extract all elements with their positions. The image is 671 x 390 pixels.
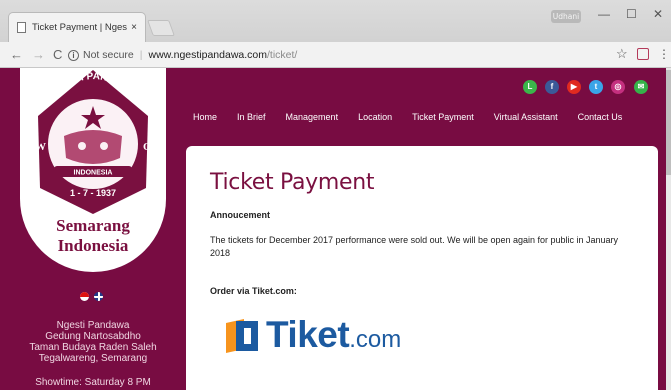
nav-home[interactable]: Home xyxy=(193,108,217,126)
emblem-mask xyxy=(64,130,122,164)
document-icon xyxy=(17,22,26,33)
nav-virtual-assistant[interactable]: Virtual Assistant xyxy=(494,108,558,126)
announcement-text: The tickets for December 2017 performanc… xyxy=(210,235,619,258)
order-label: Order via Tiket.com: xyxy=(210,286,297,296)
email-icon[interactable]: ✉ xyxy=(634,80,648,94)
emblem-letter-left: W xyxy=(35,141,46,153)
info-icon[interactable]: i xyxy=(68,49,79,61)
instagram-icon[interactable]: ◎ xyxy=(611,80,625,94)
tab-title: Ticket Payment | Ngesti P xyxy=(32,22,128,33)
main-nav: Home In Brief Management Location Ticket… xyxy=(186,108,622,126)
nav-contact-us[interactable]: Contact Us xyxy=(578,108,623,126)
emblem-date: 1 - 7 - 1937 xyxy=(70,188,116,198)
close-tab-icon[interactable]: × xyxy=(131,22,137,33)
address-line: Tegalwareng, Semarang xyxy=(38,353,148,364)
logo-panel[interactable]: NGESTI PANDOWO W O INDONESIA 1 - 7 - 193… xyxy=(20,68,166,272)
showtime-text: Showtime: Saturday 8 PM xyxy=(35,377,151,388)
indonesia-flag-icon[interactable] xyxy=(80,292,89,301)
announcement-title: Annoucement xyxy=(210,210,271,220)
browser-tab[interactable]: Ticket Payment | Ngesti P × xyxy=(8,12,146,42)
browser-tabstrip: Ticket Payment | Ngesti P × Udhani — ☐ ✕ xyxy=(0,0,671,42)
nav-in-brief[interactable]: In Brief xyxy=(237,108,266,126)
venue-address: Ngesti Pandawa Gedung Nartosabdho Taman … xyxy=(0,320,186,364)
address-line: Taman Budaya Raden Saleh xyxy=(29,342,157,353)
tiket-ticket-icon xyxy=(226,319,258,353)
emblem-letter-right: O xyxy=(143,141,152,153)
close-window-icon[interactable]: ✕ xyxy=(653,7,663,21)
page-title: Ticket Payment xyxy=(210,170,375,195)
extension-icon[interactable] xyxy=(637,48,649,60)
logo-text-semarang: Semarang xyxy=(56,216,130,235)
browser-menu-icon[interactable]: ⋮ xyxy=(658,47,670,61)
nav-management[interactable]: Management xyxy=(286,108,339,126)
youtube-icon[interactable]: ▶ xyxy=(567,80,581,94)
maximize-icon[interactable]: ☐ xyxy=(626,7,637,21)
reload-icon[interactable]: C xyxy=(53,47,62,62)
web-page: NGESTI PANDOWO W O INDONESIA 1 - 7 - 193… xyxy=(0,68,671,390)
address-line: Ngesti Pandawa xyxy=(56,320,130,331)
forward-icon[interactable]: → xyxy=(32,47,45,62)
browser-toolbar: ← → C i Not secure | www.ngestipandawa.c… xyxy=(0,42,671,68)
facebook-icon[interactable]: f xyxy=(545,80,559,94)
logo-text-indonesia: Indonesia xyxy=(57,236,129,255)
address-field[interactable]: i Not secure | www.ngestipandawa.com /ti… xyxy=(68,45,608,65)
profile-badge[interactable]: Udhani xyxy=(551,10,581,23)
bookmark-star-icon[interactable]: ☆ xyxy=(616,46,628,62)
tiket-domain-text: .com xyxy=(349,326,402,353)
emblem-ribbon-text: INDONESIA xyxy=(74,170,113,177)
line-icon[interactable]: L xyxy=(523,80,537,94)
back-icon[interactable]: ← xyxy=(10,47,23,62)
security-status[interactable]: Not secure xyxy=(83,49,134,61)
nav-ticket-payment[interactable]: Ticket Payment xyxy=(412,108,474,126)
ngesti-pandowo-emblem: NGESTI PANDOWO W O INDONESIA 1 - 7 - 193… xyxy=(35,70,152,214)
new-tab-button[interactable] xyxy=(147,20,175,36)
uk-flag-icon[interactable] xyxy=(94,292,103,301)
language-switcher xyxy=(80,292,103,301)
content-card: Ticket Payment Annoucement The tickets f… xyxy=(186,146,658,390)
url-path: /ticket/ xyxy=(267,49,298,61)
tiket-com-logo[interactable]: Tiket .com xyxy=(222,314,401,356)
scrollbar-thumb[interactable] xyxy=(666,70,671,175)
url-host: www.ngestipandawa.com xyxy=(148,49,267,61)
tiket-brand-text: Tiket xyxy=(266,314,350,355)
address-line: Gedung Nartosabdho xyxy=(45,331,141,342)
twitter-icon[interactable]: t xyxy=(589,80,603,94)
minimize-icon[interactable]: — xyxy=(598,7,610,21)
address-separator: | xyxy=(139,49,143,61)
nav-location[interactable]: Location xyxy=(358,108,392,126)
